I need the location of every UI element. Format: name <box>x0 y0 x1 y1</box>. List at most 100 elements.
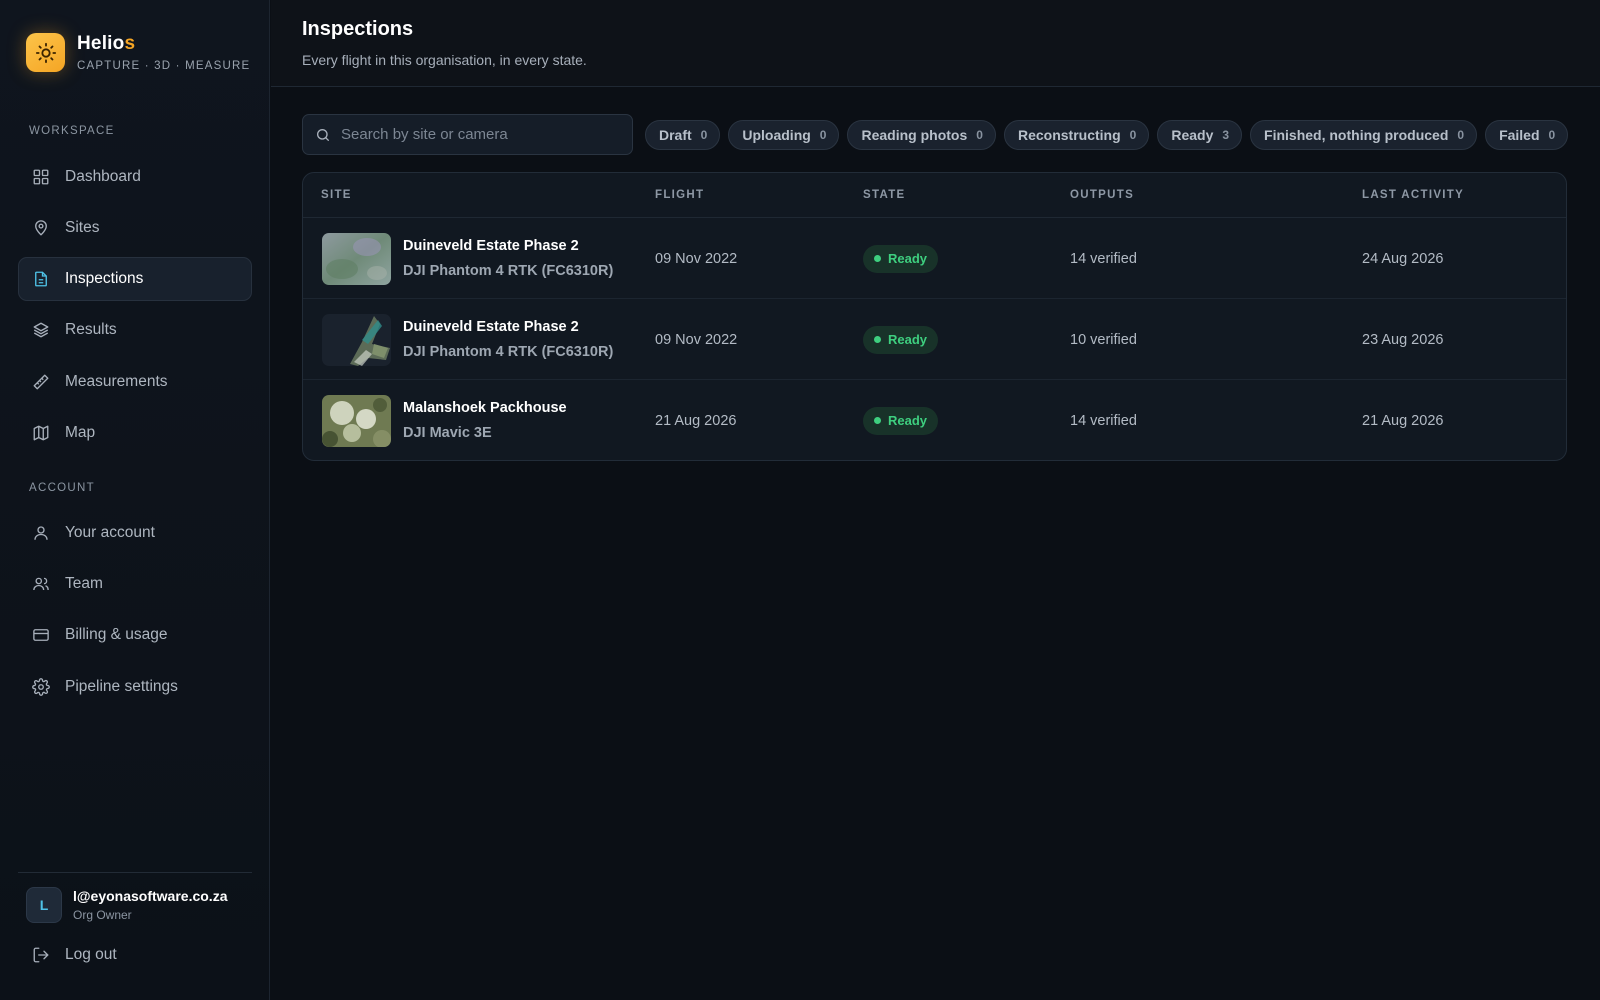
status-label: Ready <box>888 332 928 347</box>
table-row[interactable]: Malanshoek Packhouse DJI Mavic 3E 21 Aug… <box>303 380 1566 460</box>
filter-count: 0 <box>700 127 708 142</box>
flight-date: 09 Nov 2022 <box>655 250 738 267</box>
status-label: Ready <box>888 413 928 428</box>
sidebar-item-label: Pipeline settings <box>65 678 178 695</box>
site-name: Duineveld Estate Phase 2 <box>403 238 579 254</box>
filter-label: Reconstructing <box>1017 126 1121 143</box>
sidebar-item-billing[interactable]: Billing & usage <box>18 613 252 657</box>
document-icon <box>32 270 50 288</box>
filter-chip-uploading[interactable]: Uploading 0 <box>728 119 840 150</box>
sidebar-item-your-account[interactable]: Your account <box>18 511 252 555</box>
state-filters: Draft 0 Uploading 0 Reading photos 0 Recons… <box>645 119 1569 150</box>
sidebar-item-label: Team <box>65 575 103 592</box>
card-icon <box>32 626 50 644</box>
search-box[interactable] <box>302 114 633 155</box>
flight-date: 09 Nov 2022 <box>655 331 738 348</box>
outputs-count: 10 verified <box>1070 331 1137 348</box>
search-icon <box>315 127 331 143</box>
column-header-last-activity[interactable]: LAST ACTIVITY <box>1362 189 1464 201</box>
sidebar-item-measurements[interactable]: Measurements <box>18 360 252 404</box>
outputs-count: 14 verified <box>1070 250 1137 267</box>
sidebar-item-label: Sites <box>65 219 100 236</box>
table-header: SITE FLIGHT STATE OUTPUTS LAST ACTIVITY <box>303 173 1566 218</box>
search-input[interactable] <box>341 126 621 143</box>
sidebar-item-label: Measurements <box>65 373 168 390</box>
sidebar-item-label: Map <box>65 424 96 441</box>
page-subtitle: Every flight in this organisation, in ev… <box>302 52 587 68</box>
user-email: l@eyonasoftware.co.za <box>73 888 228 904</box>
site-thumbnail <box>322 394 391 447</box>
brand-name: Helios <box>77 33 136 54</box>
filter-label: Ready <box>1171 126 1214 143</box>
column-header-outputs[interactable]: OUTPUTS <box>1070 189 1134 201</box>
logout-label: Log out <box>65 946 117 963</box>
filter-count: 0 <box>976 127 983 142</box>
sidebar-item-sites[interactable]: Sites <box>18 206 252 250</box>
toolbar: Draft 0 Uploading 0 Reading photos 0 Recons… <box>302 114 1569 155</box>
column-header-flight[interactable]: FLIGHT <box>655 189 704 201</box>
page-title: Inspections <box>302 18 414 40</box>
workspace-section-label: WORKSPACE <box>29 125 115 137</box>
grid-icon <box>32 168 50 186</box>
sidebar-item-label: Your account <box>65 524 155 541</box>
outputs-count: 14 verified <box>1070 412 1137 429</box>
last-activity: 24 Aug 2026 <box>1362 250 1444 267</box>
filter-label: Reading photos <box>861 126 968 143</box>
filter-chip-reconstructing[interactable]: Reconstructing 0 <box>1003 119 1150 150</box>
filter-label: Failed <box>1499 126 1540 143</box>
avatar: L <box>26 887 62 923</box>
last-activity: 21 Aug 2026 <box>1362 412 1444 429</box>
sidebar-item-dashboard[interactable]: Dashboard <box>18 155 252 199</box>
sidebar-item-label: Dashboard <box>65 168 141 185</box>
camera-name: DJI Mavic 3E <box>403 425 492 441</box>
filter-chip-draft[interactable]: Draft 0 <box>645 119 721 150</box>
filter-count: 0 <box>1457 127 1465 142</box>
camera-name: DJI Phantom 4 RTK (FC6310R) <box>403 263 614 279</box>
table-row[interactable]: Duineveld Estate Phase 2 DJI Phantom 4 R… <box>303 299 1566 380</box>
flight-date: 21 Aug 2026 <box>655 412 737 429</box>
status-badge: Ready <box>863 406 939 435</box>
filter-label: Uploading <box>742 126 811 143</box>
layers-icon <box>32 321 50 339</box>
filter-chip-reading-photos[interactable]: Reading photos 0 <box>847 119 996 150</box>
sidebar-item-map[interactable]: Map <box>18 411 252 455</box>
sidebar-item-pipeline-settings[interactable]: Pipeline settings <box>18 665 252 709</box>
sidebar: Helios CAPTURE · 3D · MEASURE WORKSPACE … <box>0 0 270 1000</box>
site-thumbnail <box>322 313 391 366</box>
user-icon <box>32 524 50 542</box>
sidebar-item-inspections[interactable]: Inspections <box>18 257 252 301</box>
filter-label: Draft <box>659 126 692 143</box>
gear-icon <box>32 678 50 696</box>
filter-label: Finished, nothing produced <box>1264 126 1449 143</box>
filter-chip-ready[interactable]: Ready 3 <box>1157 119 1243 150</box>
table-row[interactable]: Duineveld Estate Phase 2 DJI Phantom 4 R… <box>303 218 1566 299</box>
brand[interactable]: Helios CAPTURE · 3D · MEASURE <box>26 33 250 72</box>
sidebar-item-results[interactable]: Results <box>18 308 252 352</box>
column-header-site[interactable]: SITE <box>321 189 352 201</box>
pin-icon <box>32 219 50 237</box>
sidebar-item-label: Results <box>65 321 117 338</box>
site-name: Duineveld Estate Phase 2 <box>403 319 579 335</box>
site-thumbnail <box>322 232 391 285</box>
logout-icon <box>32 946 50 964</box>
main-content: Inspections Every flight in this organis… <box>271 0 1600 1000</box>
filter-chip-finished-nothing-produced[interactable]: Finished, nothing produced 0 <box>1250 119 1478 150</box>
site-name: Malanshoek Packhouse <box>403 400 567 416</box>
sidebar-item-label: Inspections <box>65 270 144 287</box>
filter-chip-failed[interactable]: Failed 0 <box>1485 119 1569 150</box>
brand-tagline: CAPTURE · 3D · MEASURE <box>77 60 251 72</box>
sidebar-item-team[interactable]: Team <box>18 562 252 606</box>
user-card[interactable]: L l@eyonasoftware.co.za Org Owner <box>26 887 227 923</box>
sidebar-divider <box>18 872 252 873</box>
ruler-icon <box>32 373 50 391</box>
column-header-state[interactable]: STATE <box>863 189 906 201</box>
status-dot <box>874 255 881 262</box>
last-activity: 23 Aug 2026 <box>1362 331 1444 348</box>
filter-count: 0 <box>819 127 827 142</box>
status-badge: Ready <box>863 244 939 273</box>
map-icon <box>32 424 50 442</box>
logout-button[interactable]: Log out <box>18 933 252 977</box>
account-section-label: ACCOUNT <box>29 482 95 494</box>
filter-count: 0 <box>1548 127 1556 142</box>
status-dot <box>874 417 881 424</box>
